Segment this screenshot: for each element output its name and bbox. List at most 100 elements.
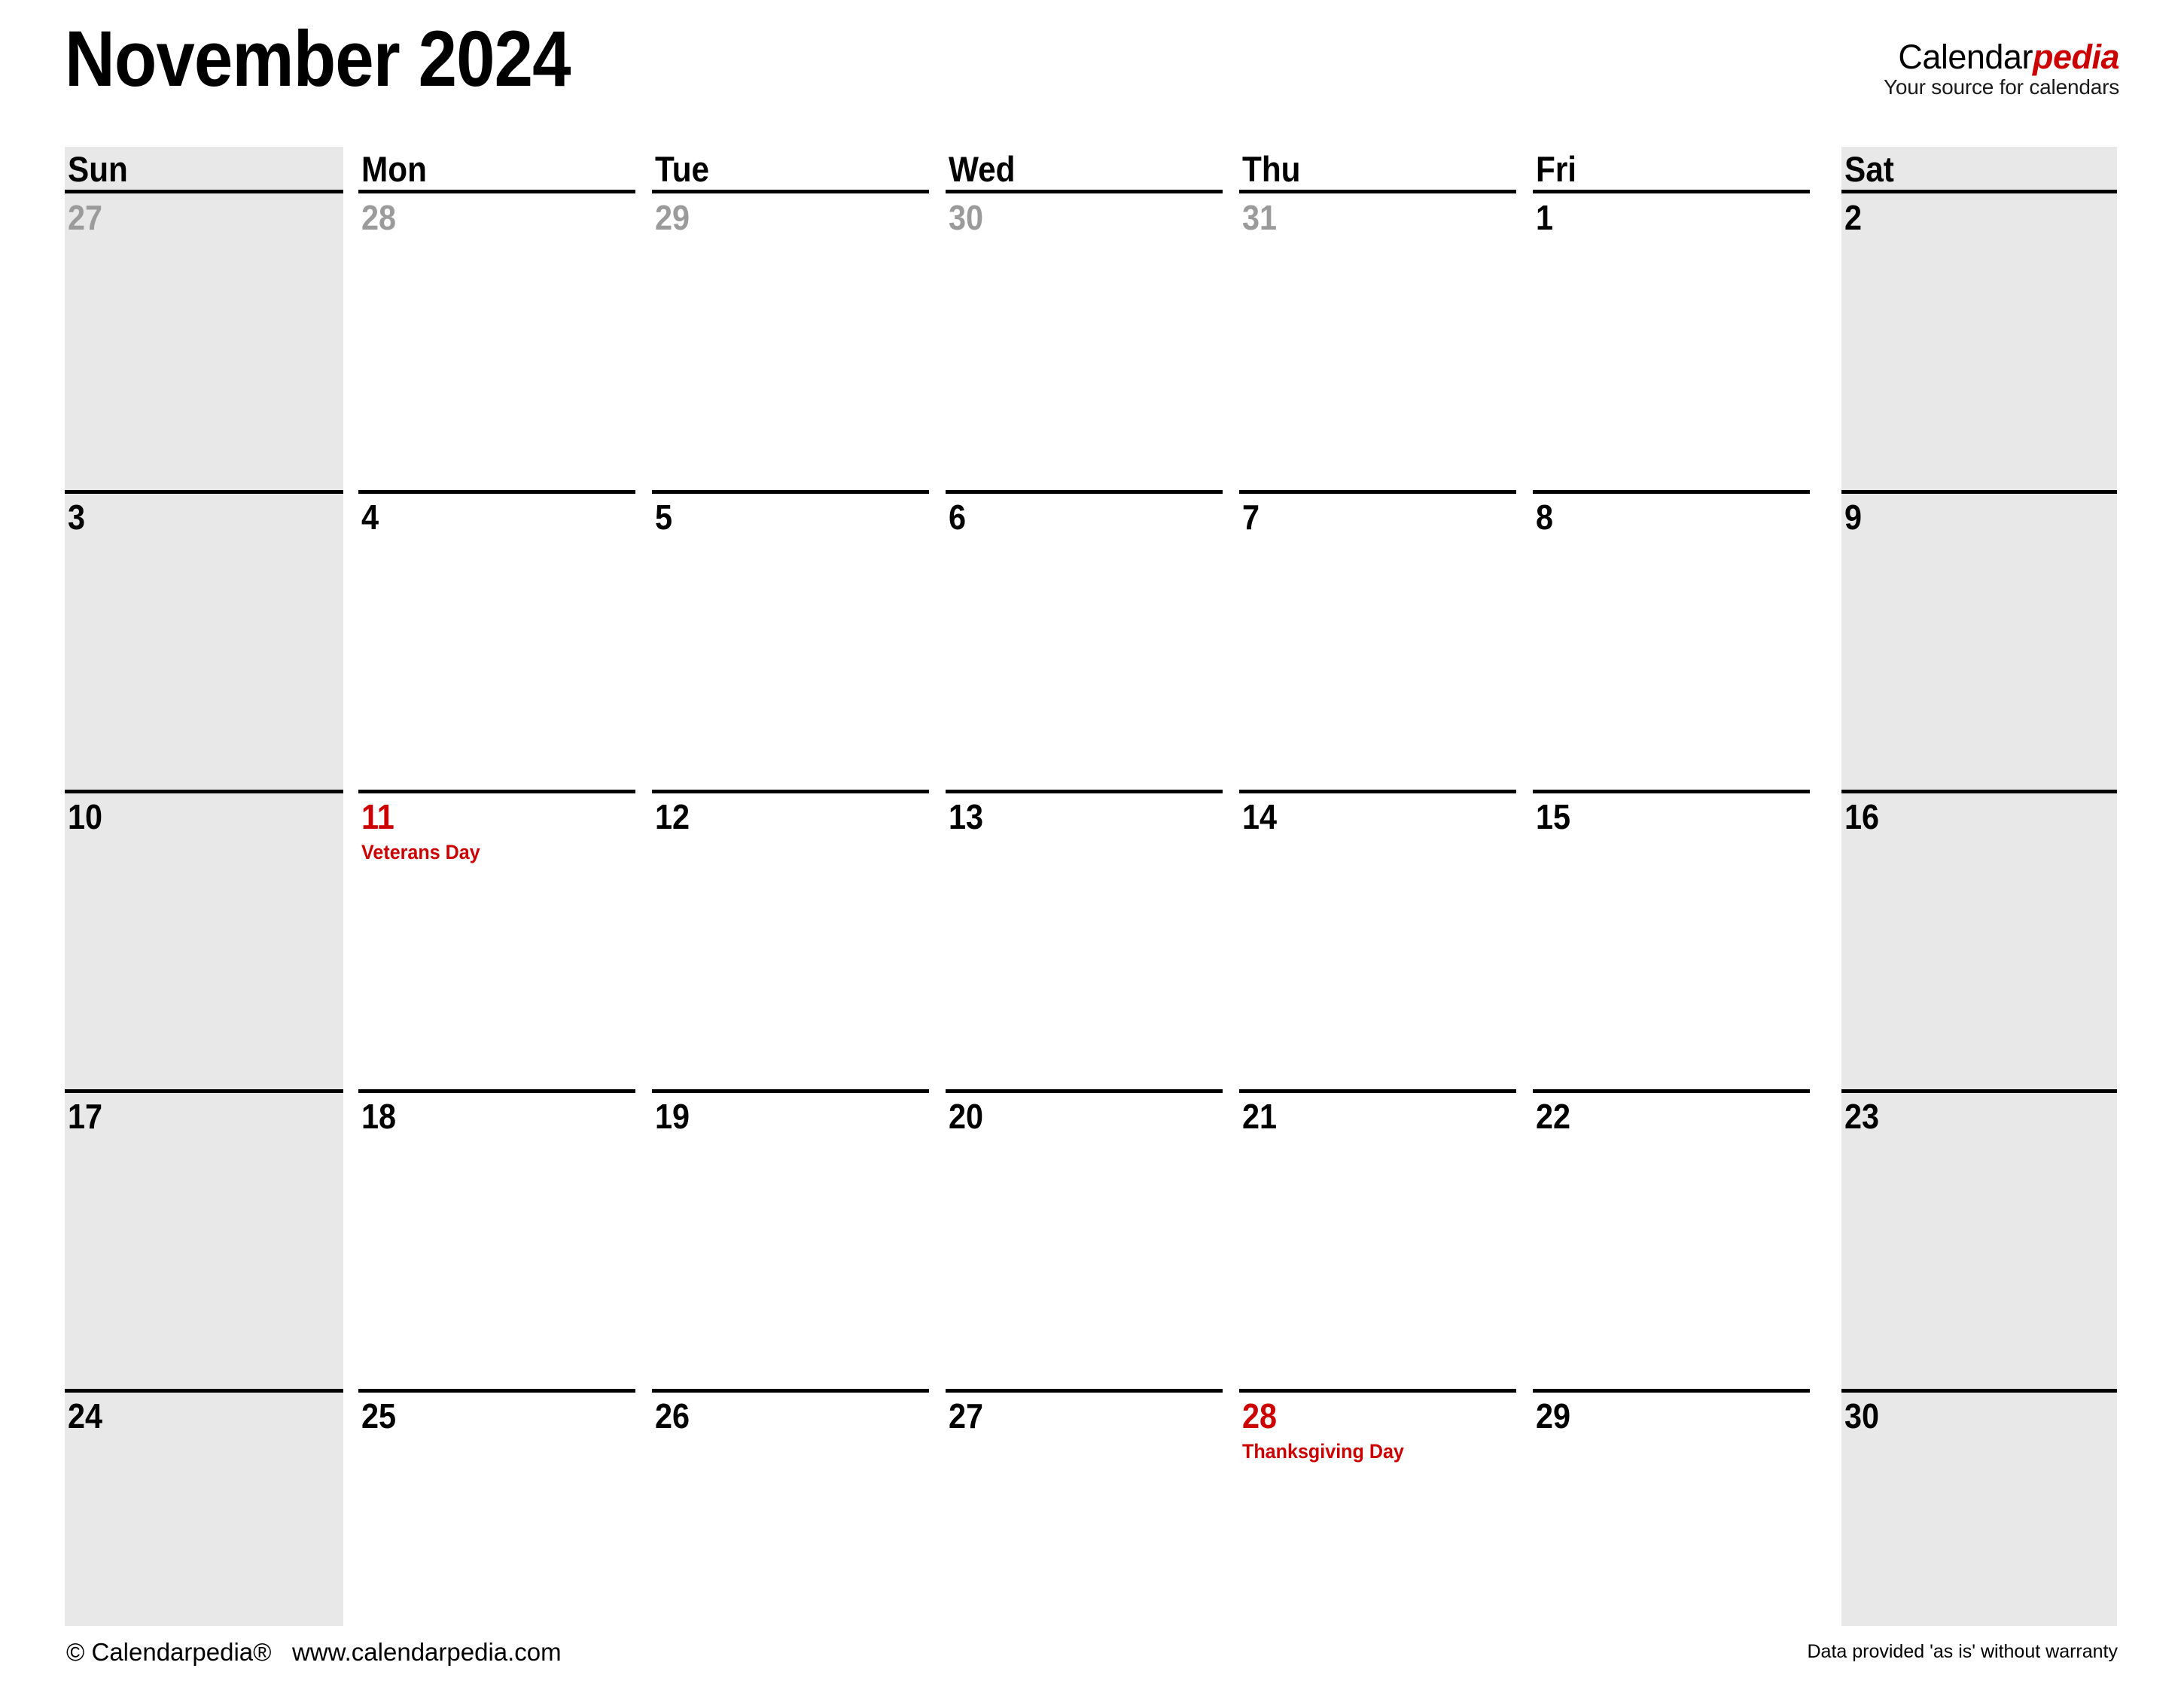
weekday-header-wed: Wed <box>949 149 1016 189</box>
page-header: November 2024 Calendarpedia Your source … <box>0 0 2184 147</box>
week-separator-rule <box>1841 1389 2117 1393</box>
day-cell[interactable]: 21 <box>1239 1094 1516 1390</box>
day-cell[interactable]: 22 <box>1533 1094 1810 1390</box>
weekday-header-rule <box>1533 190 1810 193</box>
week-separator-rule <box>1841 1089 2117 1093</box>
footer-disclaimer: Data provided 'as is' without warranty <box>1807 1641 2118 1662</box>
day-number: 27 <box>949 1396 984 1436</box>
day-number: 21 <box>1242 1097 1278 1136</box>
day-cell[interactable]: 27 <box>65 195 343 492</box>
weekday-header-rule <box>1239 190 1516 193</box>
week-separator-rule <box>1239 490 1516 494</box>
weekday-header-sun: Sun <box>68 149 128 189</box>
day-cell[interactable]: 6 <box>946 495 1223 791</box>
day-cell[interactable]: 15 <box>1533 794 1810 1091</box>
day-number: 31 <box>1242 198 1278 237</box>
weekday-header-rule <box>946 190 1223 193</box>
calendarpedia-logo: Calendarpedia Your source for calendars <box>1883 39 2120 99</box>
page-title: November 2024 <box>65 15 571 103</box>
day-cell[interactable]: 2 <box>1841 195 2117 492</box>
calendar-grid: Sun Mon Tue Wed Thu Fri Sat 27 28 29 30 31 1 2 3 4 5 6 7 8 9… <box>0 147 2184 1626</box>
week-separator-rule <box>1239 1089 1516 1093</box>
day-number: 8 <box>1536 498 1554 537</box>
week-separator-rule <box>652 790 929 793</box>
day-cell[interactable]: 1 <box>1533 195 1810 492</box>
day-cell[interactable]: 19 <box>652 1094 929 1390</box>
day-number: 15 <box>1536 797 1571 836</box>
brand-tagline: Your source for calendars <box>1883 75 2119 99</box>
day-cell[interactable]: 5 <box>652 495 929 791</box>
week-separator-rule <box>652 1089 929 1093</box>
day-number: 24 <box>68 1396 103 1436</box>
day-cell[interactable]: 14 <box>1239 794 1516 1091</box>
footer-copyright: © Calendarpedia® www.calendarpedia.com <box>66 1638 562 1666</box>
week-separator-rule <box>946 1389 1223 1393</box>
page-footer: © Calendarpedia® www.calendarpedia.com D… <box>0 1626 2184 1705</box>
day-cell[interactable]: 28 <box>358 195 635 492</box>
day-number: 18 <box>361 1097 397 1136</box>
day-cell[interactable]: 23 <box>1841 1094 2117 1390</box>
week-separator-rule <box>1533 1089 1810 1093</box>
day-number: 12 <box>655 797 690 836</box>
week-separator-rule <box>946 490 1223 494</box>
day-cell[interactable]: 7 <box>1239 495 1516 791</box>
week-separator-rule <box>1841 490 2117 494</box>
weekday-header-rule <box>358 190 635 193</box>
day-number: 19 <box>655 1097 690 1136</box>
weekday-header-rule <box>65 190 343 193</box>
day-number: 26 <box>655 1396 690 1436</box>
day-number: 23 <box>1844 1097 1880 1136</box>
day-cell[interactable]: 3 <box>65 495 343 791</box>
day-number: 10 <box>68 797 103 836</box>
week-separator-rule <box>946 1089 1223 1093</box>
day-number: 29 <box>655 198 690 237</box>
day-cell[interactable]: 18 <box>358 1094 635 1390</box>
week-separator-rule <box>65 790 343 793</box>
week-separator-rule <box>65 1089 343 1093</box>
weekday-header-mon: Mon <box>361 149 427 189</box>
day-cell[interactable]: 4 <box>358 495 635 791</box>
day-cell[interactable]: 12 <box>652 794 929 1091</box>
day-cell[interactable]: 31 <box>1239 195 1516 492</box>
day-number: 28 <box>1242 1396 1278 1436</box>
holiday-label: Veterans Day <box>361 841 480 863</box>
week-separator-rule <box>1533 1389 1810 1393</box>
day-cell[interactable]: 11 Veterans Day <box>358 794 635 1091</box>
week-separator-rule <box>652 1389 929 1393</box>
day-cell[interactable]: 13 <box>946 794 1223 1091</box>
day-number: 13 <box>949 797 984 836</box>
day-number: 28 <box>361 198 397 237</box>
day-cell[interactable]: 20 <box>946 1094 1223 1390</box>
day-cell[interactable]: 16 <box>1841 794 2117 1091</box>
day-cell[interactable]: 17 <box>65 1094 343 1390</box>
day-number: 16 <box>1844 797 1880 836</box>
week-separator-rule <box>358 790 635 793</box>
week-separator-rule <box>1533 790 1810 793</box>
week-separator-rule <box>1239 790 1516 793</box>
weekday-header-sat: Sat <box>1844 149 1894 189</box>
day-cell[interactable]: 9 <box>1841 495 2117 791</box>
week-separator-rule <box>65 490 343 494</box>
day-number: 30 <box>949 198 984 237</box>
brand-word-pedia: pedia <box>2032 38 2120 76</box>
day-cell[interactable]: 29 <box>652 195 929 492</box>
week-separator-rule <box>652 490 929 494</box>
day-number: 5 <box>655 498 673 537</box>
day-number: 29 <box>1536 1396 1571 1436</box>
week-separator-rule <box>65 1389 343 1393</box>
day-cell[interactable]: 8 <box>1533 495 1810 791</box>
day-number: 9 <box>1844 498 1863 537</box>
holiday-label: Thanksgiving Day <box>1242 1440 1404 1463</box>
week-separator-rule <box>946 790 1223 793</box>
weekday-header-rule <box>652 190 929 193</box>
day-number: 14 <box>1242 797 1278 836</box>
day-cell[interactable]: 10 <box>65 794 343 1091</box>
day-number: 11 <box>361 797 394 836</box>
week-separator-rule <box>358 1089 635 1093</box>
calendar-page: November 2024 Calendarpedia Your source … <box>0 0 2184 1705</box>
day-cell[interactable]: 30 <box>946 195 1223 492</box>
brand-word-calendar: Calendar <box>1898 38 2033 76</box>
day-number: 20 <box>949 1097 984 1136</box>
day-number: 22 <box>1536 1097 1571 1136</box>
brand-wordmark: Calendarpedia <box>1884 39 2119 75</box>
